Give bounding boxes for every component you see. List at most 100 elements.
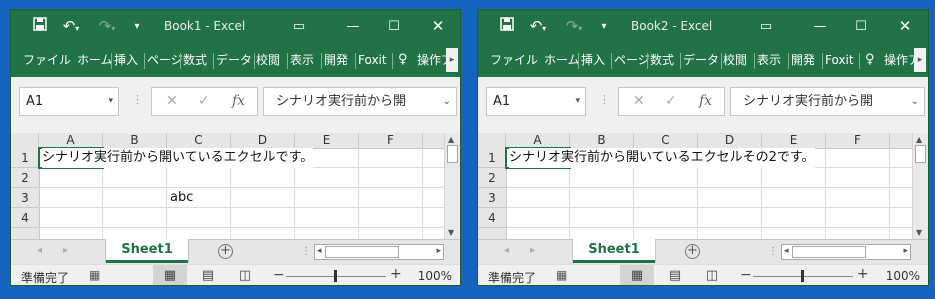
tab-developer[interactable]: 開発 — [791, 43, 815, 77]
page-layout-view-icon[interactable]: ▤ — [658, 265, 692, 285]
row-header-4[interactable]: 4 — [11, 208, 39, 228]
undo-icon[interactable]: ↶▾ — [59, 10, 83, 43]
zoom-slider-thumb[interactable] — [334, 270, 337, 282]
row-header-3[interactable]: 3 — [478, 188, 506, 208]
column-header-e[interactable]: E — [295, 133, 359, 148]
scroll-right-icon[interactable]: ▸ — [436, 246, 441, 256]
tab-review[interactable]: 校閲 — [723, 43, 747, 77]
horizontal-scrollbar[interactable]: ◂ ▸ — [314, 244, 444, 260]
tab-foxit[interactable]: Foxit — [825, 43, 854, 77]
column-header-c[interactable]: C — [634, 133, 698, 148]
column-header-a[interactable]: A — [39, 133, 103, 148]
sheet-tab-sheet1[interactable]: Sheet1 — [573, 239, 655, 263]
cell-a1[interactable]: シナリオ実行前から開いているエクセルです。 — [42, 148, 314, 168]
row-header-1[interactable]: 1 — [11, 148, 39, 168]
row-header-3[interactable]: 3 — [11, 188, 39, 208]
tab-insert[interactable]: 挿入 — [114, 43, 138, 77]
maximize-icon[interactable]: ☐ — [384, 10, 404, 43]
scroll-right-icon[interactable]: ▸ — [903, 246, 908, 256]
tab-developer[interactable]: 開発 — [324, 43, 348, 77]
name-box[interactable]: A1 ▾ — [19, 87, 119, 116]
chevron-down-icon[interactable]: ▾ — [108, 88, 113, 115]
enter-icon[interactable]: ✓ — [665, 93, 677, 109]
page-break-view-icon[interactable]: ◫ — [695, 265, 729, 285]
scroll-down-icon[interactable]: ▼ — [448, 228, 454, 237]
vertical-scrollbar[interactable]: ▲ ▼ — [912, 133, 928, 239]
normal-view-icon[interactable]: ▦ — [153, 265, 187, 285]
tab-page[interactable]: ページ — [147, 43, 183, 77]
ribbon-scroll-right-button[interactable]: ▸ — [446, 48, 458, 72]
page-break-view-icon[interactable]: ◫ — [228, 265, 262, 285]
enter-icon[interactable]: ✓ — [198, 93, 210, 109]
zoom-level[interactable]: 100% — [418, 269, 452, 283]
ribbon-display-options-icon[interactable]: ▭ — [756, 10, 776, 43]
chevron-down-icon[interactable]: ▾ — [575, 88, 580, 115]
maximize-icon[interactable]: ☐ — [851, 10, 871, 43]
cell-area[interactable]: シナリオ実行前から開いているエクセルです。 abc — [38, 147, 446, 239]
select-all-corner[interactable] — [478, 133, 506, 148]
horizontal-scrollbar[interactable]: ◂ ▸ — [781, 244, 911, 260]
sheet-tab-sheet1[interactable]: Sheet1 — [106, 239, 188, 263]
drag-handle-icon[interactable]: ⋮ — [599, 93, 610, 106]
zoom-in-icon[interactable]: + — [857, 266, 869, 282]
minimize-icon[interactable]: — — [343, 10, 363, 43]
formula-input[interactable]: シナリオ実行前から開 ⌄ — [730, 87, 925, 116]
column-header-b[interactable]: B — [103, 133, 167, 148]
sheet-prev-icon[interactable]: ◂ — [37, 245, 42, 256]
add-sheet-icon[interactable]: + — [218, 244, 233, 259]
tab-file[interactable]: ファイル — [23, 43, 71, 77]
column-header-d[interactable]: D — [231, 133, 295, 148]
scroll-down-icon[interactable]: ▼ — [916, 228, 922, 237]
tab-formulas[interactable]: 数式 — [183, 43, 207, 77]
cancel-icon[interactable]: ✕ — [166, 93, 178, 109]
zoom-in-icon[interactable]: + — [390, 266, 402, 282]
scroll-up-icon[interactable]: ▲ — [916, 135, 922, 144]
ribbon-scroll-right-button[interactable]: ▸ — [914, 48, 926, 72]
row-header-2[interactable]: 2 — [11, 168, 39, 188]
ribbon-display-options-icon[interactable]: ▭ — [289, 10, 309, 43]
tab-insert[interactable]: 挿入 — [581, 43, 605, 77]
zoom-slider-thumb[interactable] — [801, 270, 804, 282]
expand-formula-icon[interactable]: ⌄ — [442, 88, 451, 115]
column-header-f[interactable]: F — [359, 133, 423, 148]
select-all-corner[interactable] — [11, 133, 39, 148]
tab-data[interactable]: データ — [216, 43, 252, 77]
insert-function-icon[interactable]: fx — [699, 93, 712, 109]
zoom-level[interactable]: 100% — [886, 269, 920, 283]
column-header-e[interactable]: E — [762, 133, 826, 148]
drag-handle-icon[interactable]: ⋮ — [132, 93, 143, 106]
row-header-4[interactable]: 4 — [478, 208, 506, 228]
scroll-left-icon[interactable]: ◂ — [317, 246, 322, 256]
close-icon[interactable]: ✕ — [895, 10, 915, 43]
scroll-left-icon[interactable]: ◂ — [784, 246, 789, 256]
row-header-1[interactable]: 1 — [478, 148, 506, 168]
horizontal-scroll-thumb[interactable] — [325, 246, 399, 258]
macro-record-icon[interactable]: ▦ — [89, 268, 100, 282]
tab-file[interactable]: ファイル — [490, 43, 538, 77]
close-icon[interactable]: ✕ — [428, 10, 448, 43]
page-layout-view-icon[interactable]: ▤ — [191, 265, 225, 285]
column-header-a[interactable]: A — [506, 133, 570, 148]
sheet-next-icon[interactable]: ▸ — [63, 245, 68, 256]
tab-review[interactable]: 校閲 — [256, 43, 280, 77]
redo-icon[interactable]: ↷▾ — [95, 10, 119, 43]
add-sheet-icon[interactable]: + — [685, 244, 700, 259]
column-header-b[interactable]: B — [570, 133, 634, 148]
column-header-c[interactable]: C — [167, 133, 231, 148]
vertical-scrollbar[interactable]: ▲ ▼ — [444, 133, 460, 239]
tab-home[interactable]: ホーム — [544, 43, 580, 77]
cell-c3[interactable]: abc — [170, 188, 193, 208]
save-icon[interactable] — [498, 10, 516, 43]
macro-record-icon[interactable]: ▦ — [556, 268, 567, 282]
tab-formulas[interactable]: 数式 — [650, 43, 674, 77]
expand-formula-icon[interactable]: ⌄ — [910, 88, 919, 115]
lightbulb-icon[interactable]: ♀ — [398, 43, 408, 77]
redo-icon[interactable]: ↷▾ — [562, 10, 586, 43]
scroll-thumb[interactable] — [915, 145, 926, 163]
tab-data[interactable]: データ — [683, 43, 719, 77]
minimize-icon[interactable]: — — [810, 10, 830, 43]
sheet-prev-icon[interactable]: ◂ — [504, 245, 509, 256]
normal-view-icon[interactable]: ▦ — [620, 265, 654, 285]
cancel-icon[interactable]: ✕ — [633, 93, 645, 109]
tab-view[interactable]: 表示 — [757, 43, 781, 77]
